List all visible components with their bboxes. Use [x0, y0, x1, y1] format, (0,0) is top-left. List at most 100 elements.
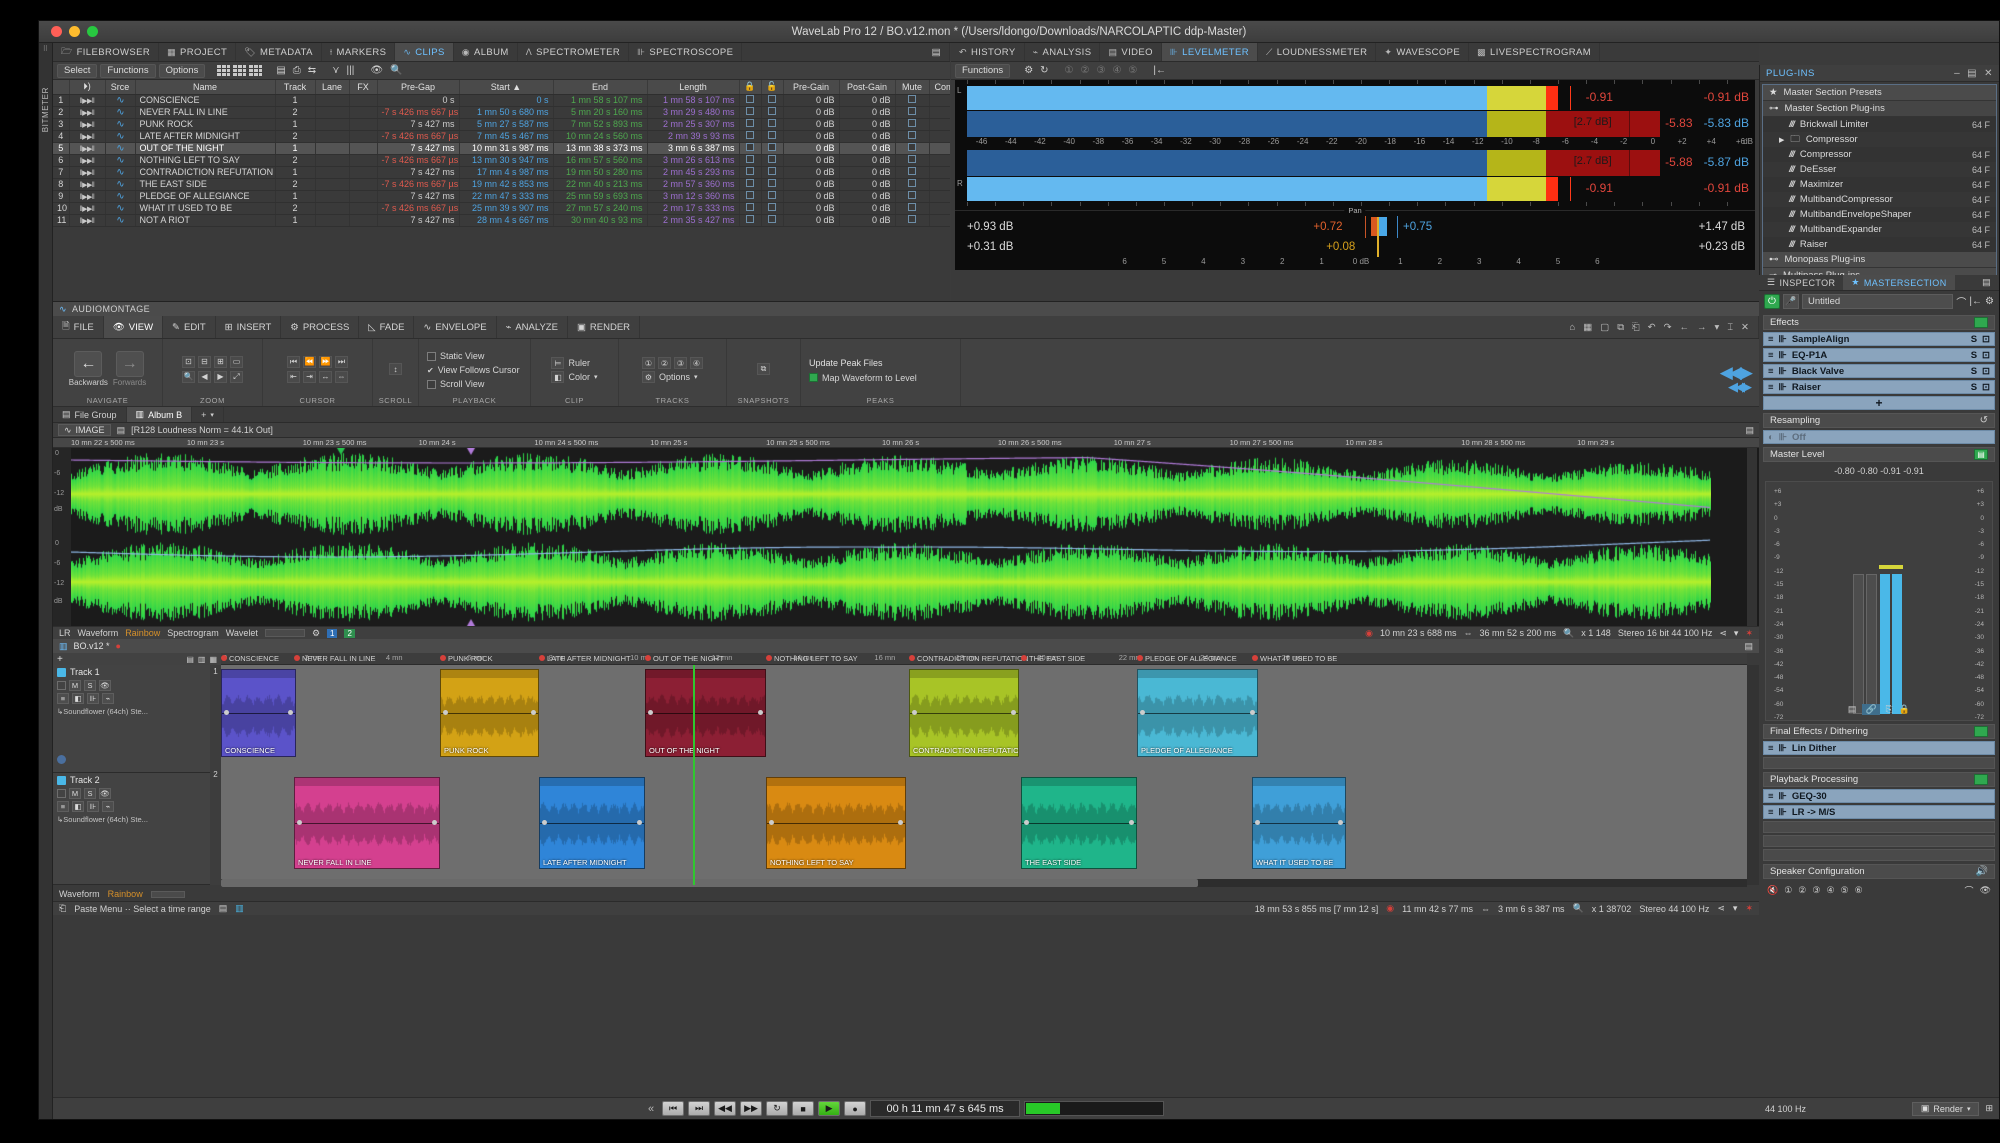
- maximize-button[interactable]: [87, 26, 98, 37]
- tab-wavescope[interactable]: ✦ WAVESCOPE: [1376, 43, 1469, 61]
- marker-dot[interactable]: [1252, 655, 1258, 661]
- tab-add-file[interactable]: + ▾: [192, 407, 224, 422]
- layout-icon[interactable]: ▤: [1974, 275, 1999, 290]
- montage-clip[interactable]: PUNK ROCK: [440, 669, 539, 757]
- ribbon-tab-file[interactable]: 🗎 FILE: [53, 316, 104, 338]
- table-row[interactable]: 9 ‖▶▶‖ ∿ PLEDGE OF ALLEGIANCE 1 7 s 427 ms 22 …: [53, 190, 950, 202]
- column-header[interactable]: Com: [929, 80, 950, 94]
- chevron-right-icon[interactable]: ▶: [1779, 136, 1784, 144]
- effect-slot[interactable]: ≡ ⊪ EQ-P1A S ⊡: [1763, 348, 1995, 362]
- plugin-item[interactable]: /// MultibandExpander 64 F: [1763, 222, 1996, 237]
- bypass-icon[interactable]: ⊡: [1982, 366, 1990, 377]
- tab-video[interactable]: ▤ VIDEO: [1100, 43, 1161, 61]
- table-row[interactable]: 4 ‖▶▶‖ ∿ LATE AFTER MIDNIGHT 2 -7 s 426 ms 66…: [53, 130, 950, 142]
- transport-bar[interactable]: « ⏮ ⏭ ◀◀ ▶▶ ↻ ■ ▶ ● 00 h 11 mn 47 s 645 …: [53, 1097, 1759, 1119]
- effect-slot[interactable]: ≡ ⊪ Black Valve S ⊡: [1763, 364, 1995, 378]
- montage-clip[interactable]: PLEDGE OF ALLEGIANCE: [1137, 669, 1258, 757]
- status-menu-icon[interactable]: ▾: [1733, 903, 1738, 914]
- functions-menu-button[interactable]: Functions: [100, 64, 155, 78]
- forwards-button[interactable]: →: [116, 351, 144, 377]
- table-row[interactable]: 6 ‖▶▶‖ ∿ NOTHING LEFT TO SAY 2 -7 s 426 ms 66…: [53, 154, 950, 166]
- tab-livespectrogram[interactable]: ▩ LIVESPECTROGRAM: [1469, 43, 1600, 61]
- marker-dot[interactable]: [1021, 655, 1027, 661]
- wave-badge-2[interactable]: 2: [344, 629, 354, 638]
- ch-1-icon[interactable]: ①: [1784, 885, 1792, 896]
- effects-list[interactable]: ≡ ⊪ SampleAlign S ⊡ ≡ ⊪ EQ-P1A S ⊡ ≡ ⊪ Black Valve S ⊡…: [1759, 332, 1999, 394]
- preset-2-button[interactable]: ②: [1079, 65, 1092, 76]
- drag-icon[interactable]: ≡: [1768, 366, 1774, 377]
- solo-button[interactable]: S: [1971, 382, 1977, 393]
- tab-history[interactable]: ↶ HISTORY: [951, 43, 1025, 61]
- mode-spectrogram[interactable]: Spectrogram: [167, 628, 219, 638]
- preset-5-button[interactable]: ⑤: [1126, 65, 1139, 76]
- record-button[interactable]: ●: [844, 1101, 866, 1116]
- status-icon-2[interactable]: ▥: [235, 903, 244, 914]
- plugin-list[interactable]: /// Brickwall Limiter 64 F ▶ 🗀 Compressor /// C…: [1763, 117, 1996, 252]
- montage-timeline[interactable]: + ▤ ▥ ▦ 02 mn4 mn6 mn8 mn10 mn12 mn14 mn…: [53, 653, 1759, 901]
- add-effect-button[interactable]: +: [1763, 396, 1995, 410]
- plugin-item[interactable]: ▶ 🗀 Compressor: [1763, 132, 1996, 147]
- rewind-button[interactable]: ◀◀: [714, 1101, 736, 1116]
- ribbon-tab-view[interactable]: 👁 VIEW: [104, 316, 163, 338]
- cursor-a-icon[interactable]: ⇤: [287, 371, 300, 383]
- grid-view-3-icon[interactable]: [249, 65, 262, 76]
- table-row[interactable]: 5 ‖▶▶‖ ∿ OUT OF THE NIGHT 1 7 s 427 ms 10 mn 3…: [53, 142, 950, 154]
- track-1-icon[interactable]: ①: [642, 357, 655, 369]
- reset-icon[interactable]: |←: [1969, 296, 1982, 307]
- plugin-item[interactable]: /// DeEsser 64 F: [1763, 162, 1996, 177]
- column-header[interactable]: End: [553, 80, 647, 94]
- status-icon-1[interactable]: ▤: [219, 903, 228, 914]
- marker-dot[interactable]: [294, 655, 300, 661]
- bypass-icon[interactable]: ⊡: [1982, 382, 1990, 393]
- zoom-icon-1[interactable]: ⊡: [182, 356, 195, 368]
- checkbox[interactable]: [427, 380, 436, 389]
- marker-dot[interactable]: [1137, 655, 1143, 661]
- window-controls[interactable]: [39, 26, 98, 37]
- tab-markers[interactable]: ⟊ MARKERS: [322, 43, 396, 61]
- table-row[interactable]: 11 ‖▶▶‖ ∿ NOT A RIOT 1 7 s 427 ms 28 mn 4 s 66…: [53, 214, 950, 226]
- table-row[interactable]: 3 ‖▶▶‖ ∿ PUNK ROCK 1 7 s 427 ms 5 mn 27 s 587 …: [53, 118, 950, 130]
- cursor-next-icon[interactable]: ⏩: [319, 356, 332, 368]
- master-level-meter[interactable]: +6 +3 0 -3 -6 -9 -12 -15 -18 -21 -24 -30 -36 -42 -48 -5…: [1765, 481, 1993, 721]
- column-header[interactable]: ⏵): [69, 80, 105, 94]
- marker-dot[interactable]: [539, 655, 545, 661]
- tab-spectroscope[interactable]: ⊪ SPECTROSCOPE: [629, 43, 742, 61]
- file-tab-bar[interactable]: ▤ File Group ▥ Album B + ▾: [53, 407, 1759, 423]
- column-header[interactable]: Srce: [105, 80, 135, 94]
- ribbon-tab-insert[interactable]: ⊞ INSERT: [216, 316, 282, 338]
- close-icon[interactable]: ✕: [1984, 68, 1993, 79]
- column-header[interactable]: Lane: [315, 80, 349, 94]
- zoom-right-icon[interactable]: ▶: [214, 371, 227, 383]
- cursor-prev-icon[interactable]: ⏪: [303, 356, 316, 368]
- table-row[interactable]: 2 ‖▶▶‖ ∿ NEVER FALL IN LINE 2 -7 s 426 ms 667…: [53, 106, 950, 118]
- track-view-icon-3[interactable]: ▦: [209, 655, 217, 664]
- ribbon-body[interactable]: ← Backwards → Forwards NAVIGATE ⊡ ⊟ ⊞ ▭ 🔍 ◀…: [53, 339, 1759, 407]
- image-bar-layout-icon[interactable]: ▤: [1745, 425, 1754, 436]
- final-effects-empty-slot[interactable]: [1763, 757, 1995, 769]
- panel-layout-icon[interactable]: ▤: [924, 43, 950, 61]
- chevron-down-icon[interactable]: ▾: [1715, 322, 1720, 333]
- table-row[interactable]: 8 ‖▶▶‖ ∿ THE EAST SIDE 2 -7 s 426 ms 667 µs 19…: [53, 178, 950, 190]
- checkbox[interactable]: [809, 373, 818, 382]
- track-view-icon-1[interactable]: ▤: [186, 655, 194, 664]
- options-icon[interactable]: ⚙: [642, 371, 655, 383]
- playback-toggle[interactable]: [1974, 774, 1988, 785]
- marker-dot[interactable]: [645, 655, 651, 661]
- waveform-display[interactable]: 0 -6 -12 dB 0 -6 -12 dB: [53, 448, 1759, 626]
- waveform-footer[interactable]: LR Waveform Rainbow Spectrogram Wavelet …: [53, 626, 1759, 639]
- columns-icon[interactable]: |||: [345, 65, 357, 76]
- tab-levelmeter[interactable]: ⊪ LEVELMETER: [1162, 43, 1258, 61]
- add-track-icon[interactable]: +: [57, 654, 63, 665]
- master-level-toggle[interactable]: ▤: [1974, 449, 1988, 460]
- paste-menu-icon[interactable]: ⎗: [59, 903, 66, 914]
- monitor-icon[interactable]: ⌒: [1956, 294, 1966, 309]
- effect-slot[interactable]: ≡ ⊪ Raiser S ⊡: [1763, 380, 1995, 394]
- ribbon-tab-edit[interactable]: ✎ EDIT: [163, 316, 216, 338]
- select-menu-button[interactable]: Select: [57, 64, 97, 78]
- power-icon[interactable]: ⏻: [1764, 294, 1780, 309]
- table-row[interactable]: 10 ‖▶▶‖ ∿ WHAT IT USED TO BE 2 -7 s 426 ms 66…: [53, 202, 950, 214]
- marker-dot[interactable]: [909, 655, 915, 661]
- ribbon-tab-envelope[interactable]: ∿ ENVELOPE: [414, 316, 496, 338]
- drag-icon[interactable]: ≡: [1768, 350, 1774, 361]
- playback-empty-slot-3[interactable]: [1763, 849, 1995, 861]
